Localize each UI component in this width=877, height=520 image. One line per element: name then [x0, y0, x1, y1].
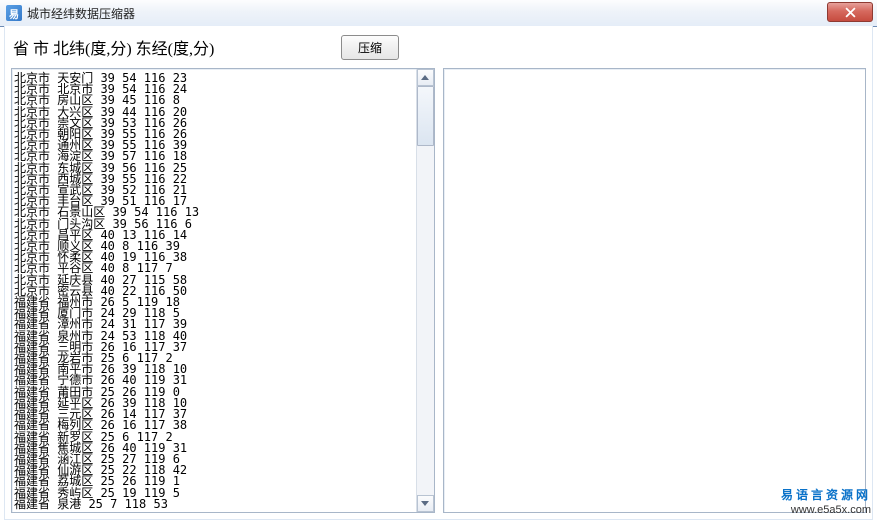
- output-pane[interactable]: [443, 68, 867, 513]
- compress-button[interactable]: 压缩: [341, 35, 399, 60]
- scrollbar: [416, 69, 434, 512]
- arrow-down-icon: [421, 501, 429, 506]
- column-heading: 省 市 北纬(度,分) 东经(度,分): [11, 35, 214, 59]
- scroll-up-button[interactable]: [417, 69, 434, 86]
- source-list[interactable]: 北京市 天安门 39 54 116 23 北京市 北京市 39 54 116 2…: [12, 69, 416, 512]
- close-button[interactable]: [827, 2, 873, 22]
- client-area: 省 市 北纬(度,分) 东经(度,分) 压缩 北京市 天安门 39 54 116…: [4, 26, 873, 520]
- footer-url: www.e5a5x.com: [781, 503, 871, 518]
- close-icon: [845, 7, 856, 18]
- scroll-down-button[interactable]: [417, 495, 434, 512]
- scroll-thumb[interactable]: [417, 86, 434, 146]
- footer-site-name: 易语言资源网: [781, 488, 871, 503]
- app-icon: 易: [6, 5, 22, 21]
- title-bar: 易 城市经纬数据压缩器: [0, 0, 877, 27]
- footer: 易语言资源网 www.e5a5x.com: [781, 488, 871, 518]
- header-row: 省 市 北纬(度,分) 东经(度,分) 压缩: [11, 32, 866, 62]
- window-title: 城市经纬数据压缩器: [27, 5, 135, 22]
- arrow-up-icon: [421, 75, 429, 80]
- source-list-pane: 北京市 天安门 39 54 116 23 北京市 北京市 39 54 116 2…: [11, 68, 435, 513]
- panes: 北京市 天安门 39 54 116 23 北京市 北京市 39 54 116 2…: [11, 68, 866, 513]
- app-window: 易 城市经纬数据压缩器 省 市 北纬(度,分) 东经(度,分) 压缩 北京市 天…: [0, 0, 877, 520]
